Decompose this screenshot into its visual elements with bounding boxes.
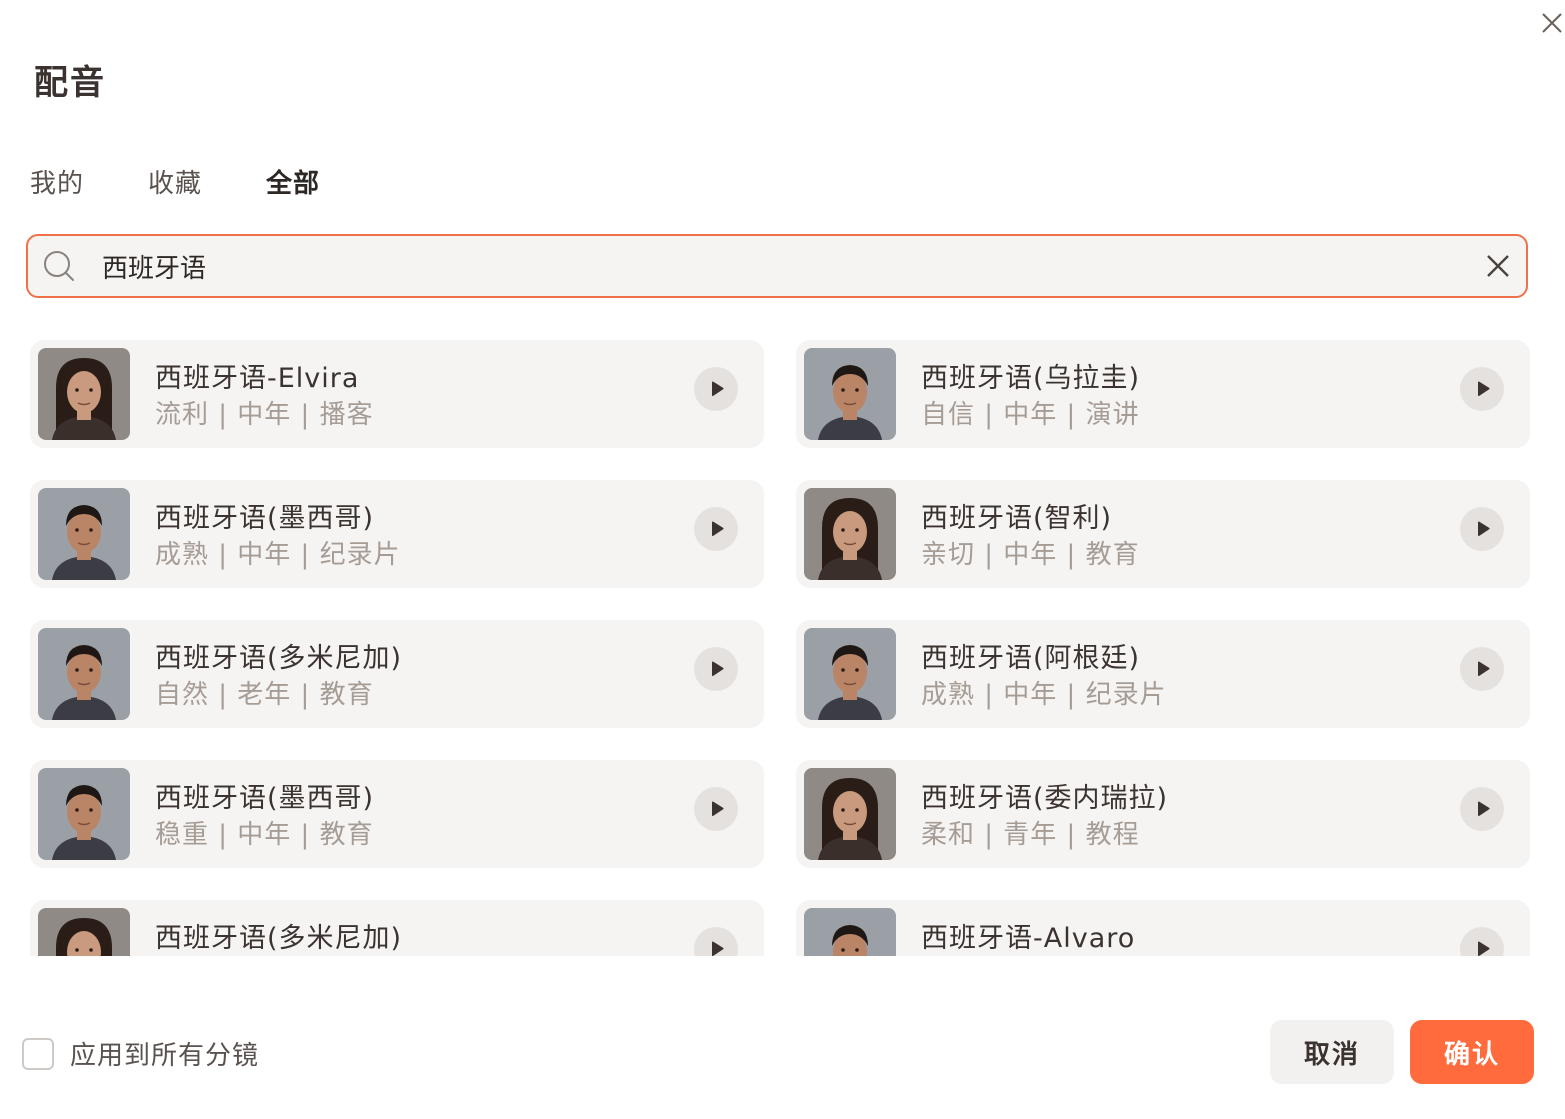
apply-all-option[interactable]: 应用到所有分镜	[22, 1035, 259, 1072]
voice-tags: 流利 | 中年 | 播客	[155, 400, 374, 430]
voice-tags: 稳重 | 中年 | 教育	[155, 820, 374, 850]
dialog-title: 配音	[34, 63, 106, 103]
play-preview-button[interactable]	[694, 367, 738, 411]
voice-tags: 成熟 | 中年 | 纪录片	[921, 680, 1167, 710]
search-box	[26, 234, 1528, 298]
tab-bar: 我的 收藏 全部	[30, 163, 384, 200]
voice-card[interactable]: 西班牙语(墨西哥) 稳重 | 中年 | 教育	[30, 760, 764, 868]
voice-avatar	[804, 348, 896, 440]
voice-card[interactable]: 西班牙语(委内瑞拉) 柔和 | 青年 | 教程	[796, 760, 1530, 868]
voice-avatar	[804, 908, 896, 956]
close-dialog-button[interactable]	[1537, 8, 1565, 38]
voice-avatar	[38, 628, 130, 720]
voice-card[interactable]: 西班牙语(乌拉圭) 自信 | 中年 | 演讲	[796, 340, 1530, 448]
voice-card[interactable]: 西班牙语(阿根廷) 成熟 | 中年 | 纪录片	[796, 620, 1530, 728]
play-preview-button[interactable]	[1460, 647, 1504, 691]
voice-tags: 自然 | 老年 | 教育	[155, 680, 374, 710]
confirm-button[interactable]: 确认	[1410, 1020, 1534, 1084]
play-preview-button[interactable]	[694, 647, 738, 691]
voice-avatar	[38, 348, 130, 440]
voice-name: 西班牙语(墨西哥)	[155, 503, 375, 534]
clear-search-icon[interactable]	[1483, 251, 1513, 281]
play-icon	[1478, 521, 1490, 537]
voice-card[interactable]: 西班牙语(多米尼加)	[30, 900, 764, 956]
play-preview-button[interactable]	[1460, 927, 1504, 956]
play-icon	[712, 521, 724, 537]
search-icon	[44, 251, 74, 281]
voice-name: 西班牙语(多米尼加)	[155, 643, 403, 674]
voice-list[interactable]: 西班牙语-Elvira 流利 | 中年 | 播客 西班牙语(乌拉圭) 自信 | 中年 …	[0, 330, 1565, 956]
play-icon	[712, 381, 724, 397]
voice-name: 西班牙语-Elvira	[155, 363, 360, 394]
play-icon	[1478, 941, 1490, 956]
search-input[interactable]	[102, 246, 1442, 286]
voice-avatar	[38, 488, 130, 580]
voice-name: 西班牙语(智利)	[921, 503, 1113, 534]
voice-name: 西班牙语(乌拉圭)	[921, 363, 1141, 394]
voice-card[interactable]: 西班牙语(多米尼加) 自然 | 老年 | 教育	[30, 620, 764, 728]
voice-tags: 自信 | 中年 | 演讲	[921, 400, 1140, 430]
play-icon	[712, 801, 724, 817]
apply-all-label: 应用到所有分镜	[70, 1041, 260, 1071]
voice-name: 西班牙语(多米尼加)	[155, 923, 403, 954]
play-icon	[1478, 661, 1490, 677]
tab-favorites[interactable]: 收藏	[148, 163, 202, 200]
play-preview-button[interactable]	[694, 507, 738, 551]
play-icon	[712, 661, 724, 677]
play-preview-button[interactable]	[1460, 367, 1504, 411]
voice-avatar	[804, 628, 896, 720]
voice-name: 西班牙语(委内瑞拉)	[921, 783, 1169, 814]
voice-tags: 成熟 | 中年 | 纪录片	[155, 540, 401, 570]
voice-card[interactable]: 西班牙语-Alvaro	[796, 900, 1530, 956]
cancel-button[interactable]: 取消	[1270, 1020, 1394, 1084]
play-icon	[1478, 801, 1490, 817]
close-icon	[1542, 13, 1562, 33]
voice-avatar	[38, 768, 130, 860]
voice-name: 西班牙语(阿根廷)	[921, 643, 1141, 674]
play-icon	[1478, 381, 1490, 397]
voice-card[interactable]: 西班牙语(墨西哥) 成熟 | 中年 | 纪录片	[30, 480, 764, 588]
play-icon	[712, 941, 724, 956]
voice-name: 西班牙语(墨西哥)	[155, 783, 375, 814]
voice-tags: 亲切 | 中年 | 教育	[921, 540, 1140, 570]
apply-all-checkbox[interactable]	[22, 1037, 54, 1070]
tab-all[interactable]: 全部	[266, 163, 320, 200]
voice-avatar	[38, 908, 130, 956]
voice-name: 西班牙语-Alvaro	[921, 923, 1136, 954]
voice-card[interactable]: 西班牙语-Elvira 流利 | 中年 | 播客	[30, 340, 764, 448]
voice-avatar	[804, 488, 896, 580]
voice-avatar	[804, 768, 896, 860]
play-preview-button[interactable]	[694, 787, 738, 831]
tab-mine[interactable]: 我的	[30, 163, 84, 200]
play-preview-button[interactable]	[694, 927, 738, 956]
play-preview-button[interactable]	[1460, 787, 1504, 831]
voice-tags: 柔和 | 青年 | 教程	[921, 820, 1140, 850]
voice-card[interactable]: 西班牙语(智利) 亲切 | 中年 | 教育	[796, 480, 1530, 588]
play-preview-button[interactable]	[1460, 507, 1504, 551]
